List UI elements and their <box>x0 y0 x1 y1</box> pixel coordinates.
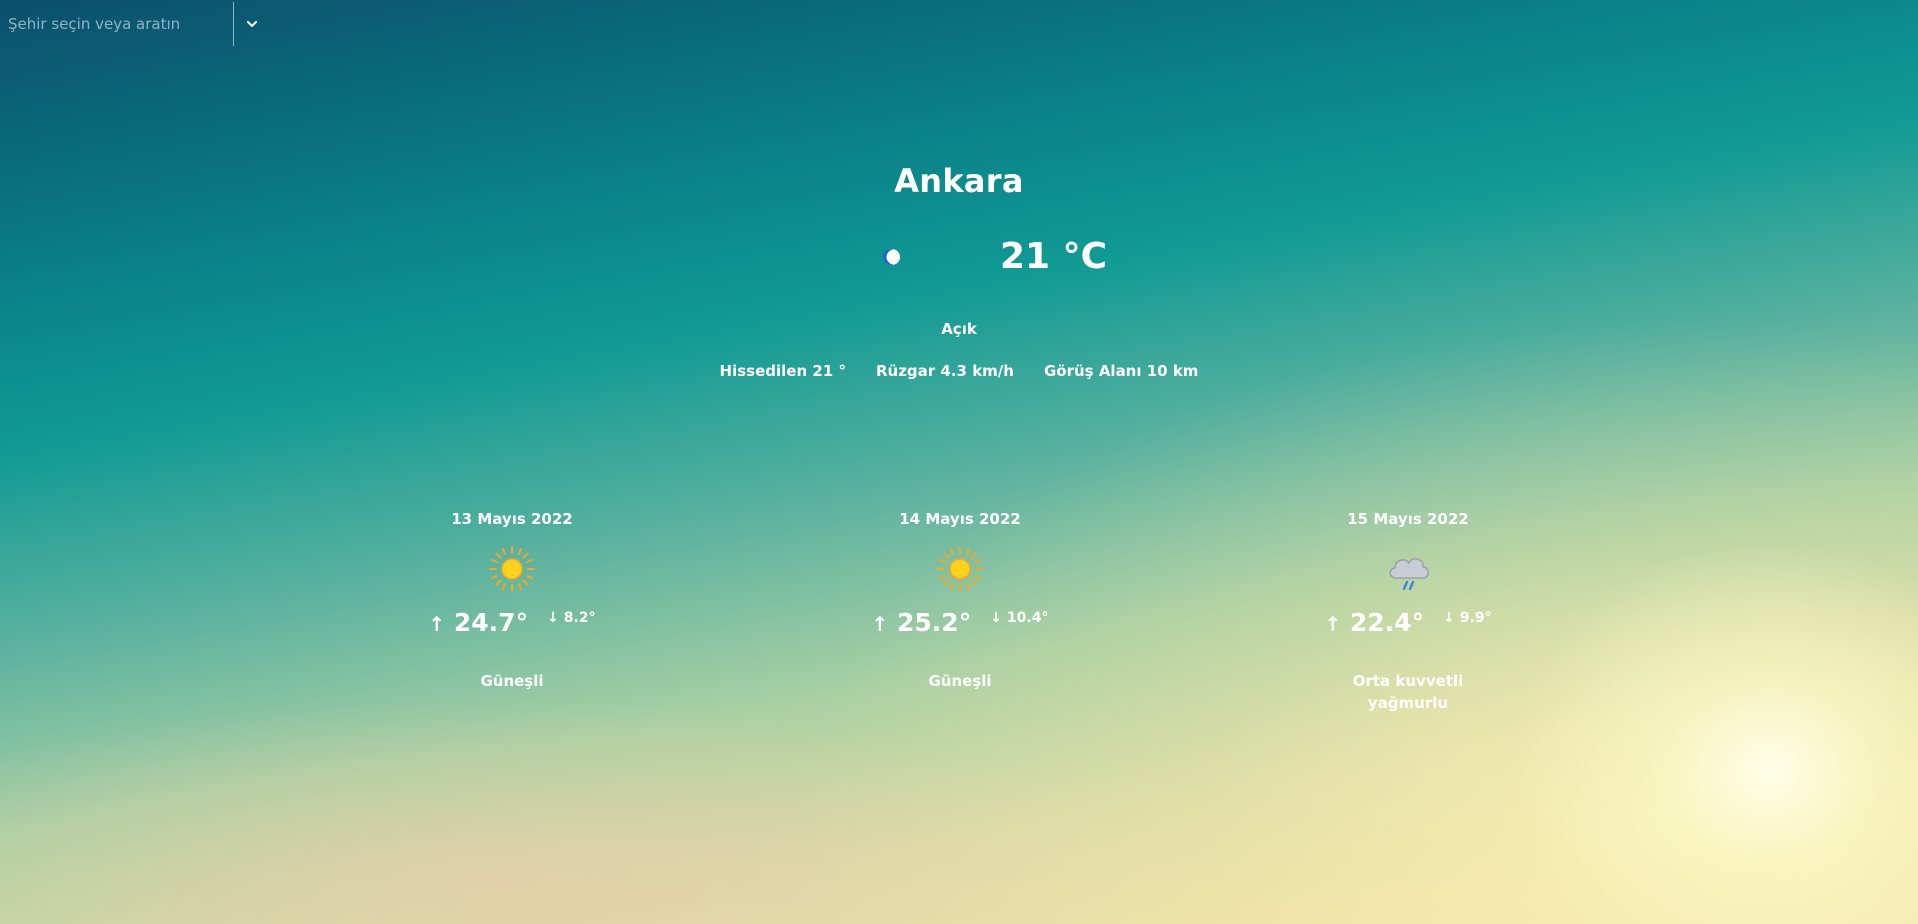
forecast-temps: ↑ 22.4° ↓ 9.9° <box>1258 608 1558 648</box>
forecast-temps: ↑ 24.7° ↓ 8.2° <box>362 608 662 648</box>
max-temp-value: 24.7° <box>453 608 529 637</box>
current-details: Hissedilen 21 ° Rüzgar 4.3 km/h Görüş Al… <box>0 362 1918 380</box>
min-temp-value: 8.2° <box>563 610 596 626</box>
forecast-date: 13 Mayıs 2022 <box>451 510 573 528</box>
visibility: Görüş Alanı 10 km <box>1043 362 1199 380</box>
chevron-down-icon <box>247 21 258 27</box>
forecast-day: 15 Mayıs 2022 ↑ 22.4° ↓ 9.9° Orta kuvvet… <box>1258 510 1558 714</box>
rain-cloud-icon <box>1389 558 1429 591</box>
feels-like: Hissedilen 21 ° <box>719 362 846 380</box>
max-temp-value: 22.4° <box>1349 608 1425 637</box>
forecast-day: 13 Mayıs 2022 ↑ 24.7° ↓ 8.2° Güneşli <box>362 510 662 692</box>
weather-page: { "search": { "placeholder": "Şehir seçi… <box>0 0 1918 924</box>
sun-icon <box>489 546 535 592</box>
city-search-input[interactable] <box>0 0 234 48</box>
min-temp-value: 9.9° <box>1459 610 1492 626</box>
min-temp-value: 10.4° <box>1006 610 1049 626</box>
arrow-up-icon: ↑ <box>428 612 446 636</box>
arrow-down-icon: ↓ <box>547 610 559 626</box>
forecast-day: 14 Mayıs 2022 ↑ 25.2° ↓ 10.4° Güneşli <box>810 510 1110 692</box>
current-condition: Açık <box>941 320 977 338</box>
current-temp-row: 21 °C <box>0 236 1918 286</box>
forecast-description: Güneşli <box>928 672 992 690</box>
forecast-temps: ↑ 25.2° ↓ 10.4° <box>810 608 1110 648</box>
arrow-down-icon: ↓ <box>1443 610 1455 626</box>
forecast-description: Orta kuvvetli yağmurlu <box>1352 672 1464 712</box>
min-temp: ↓ 10.4° <box>990 610 1048 626</box>
arrow-up-icon: ↑ <box>871 612 889 636</box>
max-temp-value: 25.2° <box>897 608 972 637</box>
moon-icon <box>883 249 900 265</box>
min-temp: ↓ 9.9° <box>1443 610 1491 626</box>
arrow-up-icon: ↑ <box>1324 612 1342 636</box>
max-temp: ↑ 22.4° <box>1324 608 1424 637</box>
wind-speed: Rüzgar 4.3 km/h <box>875 362 1014 380</box>
arrow-down-icon: ↓ <box>990 610 1003 626</box>
forecast-description: Güneşli <box>480 672 544 690</box>
sun-icon <box>937 546 983 592</box>
max-temp: ↑ 25.2° <box>872 608 972 637</box>
city-selector[interactable] <box>0 0 270 48</box>
city-name: Ankara <box>894 162 1024 200</box>
city-dropdown-button[interactable] <box>234 2 270 46</box>
forecast-date: 15 Mayıs 2022 <box>1347 510 1469 528</box>
forecast-date: 14 Mayıs 2022 <box>899 510 1021 528</box>
current-temperature: 21 °C <box>1000 236 1108 277</box>
max-temp: ↑ 24.7° <box>428 608 528 637</box>
min-temp: ↓ 8.2° <box>547 610 595 626</box>
